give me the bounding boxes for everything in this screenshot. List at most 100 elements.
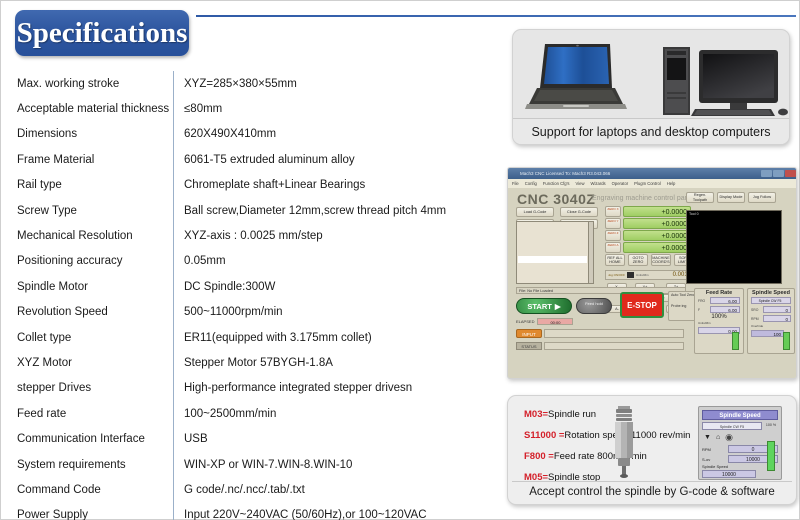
rpm-row[interactable]: RPM 0 bbox=[748, 314, 794, 323]
toolpath-label: Tool 0 bbox=[689, 212, 699, 216]
dial-icon[interactable]: ◉ bbox=[725, 432, 733, 443]
cnc-window-buttons[interactable] bbox=[761, 170, 796, 177]
units-min-label: Units/Min bbox=[698, 321, 711, 325]
gcode-current-line bbox=[518, 256, 587, 263]
f-row[interactable]: F 6.00 bbox=[695, 305, 743, 314]
gcode-command: F800 = bbox=[524, 451, 554, 462]
spec-label: Collet type bbox=[17, 331, 72, 344]
sro-value: 0 bbox=[763, 306, 791, 313]
laptop-icon bbox=[525, 44, 627, 109]
elapsed-time-group: ELAPSED 00:00 bbox=[516, 318, 574, 325]
input-field[interactable] bbox=[544, 329, 684, 338]
dro-value[interactable]: +0.0000 bbox=[623, 206, 691, 217]
spec-value: 0.05mm bbox=[184, 255, 226, 268]
spec-label: Power Supply bbox=[17, 509, 88, 520]
jog-increment-bar[interactable]: Jog ON/OFF Units/Min 0.0010 bbox=[605, 270, 694, 280]
cnc-menu-item[interactable]: Function Cfg's bbox=[543, 181, 570, 186]
page-title-label: Specifications bbox=[16, 16, 188, 49]
table-row: Mechanical Resolution XYZ-axis : 0.0025 m… bbox=[17, 223, 487, 249]
supported-computers-card: Support for laptops and desktop computer… bbox=[512, 29, 790, 145]
cnc-brand-label: CNC 3040Z bbox=[517, 191, 596, 207]
table-row: Power Supply Input 220V~240VAC (50/60Hz)… bbox=[17, 502, 487, 520]
jog-follow-button[interactable]: Jog Follow bbox=[748, 192, 776, 203]
minimize-icon[interactable] bbox=[761, 170, 772, 177]
start-cycle-button[interactable]: START ▶ bbox=[516, 298, 572, 314]
desktop-monitor-icon bbox=[699, 50, 778, 114]
home-icon[interactable]: ⌂ bbox=[716, 434, 720, 441]
cnc-menu-item[interactable]: View bbox=[576, 181, 585, 186]
spec-label: Screw Type bbox=[17, 204, 77, 217]
spec-value: Stepper Motor 57BYGH-1.8A bbox=[184, 356, 333, 369]
rpm-value: 0 bbox=[763, 315, 791, 322]
table-row: Revolution Speed 500~11000rpm/min bbox=[17, 299, 487, 325]
gcode-legend-line: M03=Spindle run bbox=[524, 409, 596, 420]
spec-label: Spindle Motor bbox=[17, 280, 88, 293]
zero-axis-button[interactable]: ZERO X bbox=[605, 206, 621, 217]
cnc-menu-item[interactable]: Operator bbox=[612, 181, 629, 186]
spec-label: System requirements bbox=[17, 458, 126, 471]
mdi-input-row[interactable]: INPUT bbox=[516, 329, 684, 338]
fro-value: 6.00 bbox=[710, 297, 740, 304]
gcode-listing[interactable] bbox=[516, 221, 594, 284]
dro-value[interactable]: +0.0000 bbox=[623, 230, 691, 241]
maximize-icon[interactable] bbox=[773, 170, 784, 177]
arrow-down-icon[interactable]: ▼ bbox=[704, 434, 711, 441]
cnc-control-panel-screenshot: Mach3 CNC Licensed To: Mach3 R3.043.066 … bbox=[507, 167, 797, 379]
cnc-menubar[interactable]: File Config Function Cfg's View Wizards Opera… bbox=[508, 179, 796, 188]
load-gcode-button[interactable]: Load G-Code bbox=[516, 207, 554, 217]
mini-toggle-row[interactable]: Spindle CW F5 100 % bbox=[702, 422, 778, 430]
gcode-scrollbar[interactable] bbox=[588, 222, 593, 283]
mini-speed-gauge bbox=[767, 441, 775, 471]
mini-spindle-toggle-button[interactable]: Spindle CW F5 bbox=[702, 422, 762, 430]
zero-axis-button[interactable]: ZERO Y bbox=[605, 218, 621, 229]
spec-value: XYZ-axis : 0.0025 mm/step bbox=[184, 230, 323, 243]
spindle-speed-panel: Spindle Speed Spindle CW F5 SRO 0 RPM 0 … bbox=[747, 288, 795, 354]
header-rule bbox=[196, 15, 796, 17]
spindle-toggle-button[interactable]: Spindle CW F5 bbox=[751, 297, 791, 304]
table-row: Spindle Motor DC Spindle:300W bbox=[17, 274, 487, 300]
table-row: Acceptable material thickness ≤80mm bbox=[17, 96, 487, 122]
status-row: STATUS bbox=[516, 342, 684, 350]
fro-row[interactable]: FRO 6.00 bbox=[695, 296, 743, 305]
toolpath-display[interactable]: Tool 0 bbox=[686, 210, 782, 284]
spec-label: Revolution Speed bbox=[17, 306, 108, 319]
mini-percent-label: 100 % bbox=[765, 423, 777, 428]
spindle-toggle-row[interactable]: Spindle CW F5 bbox=[748, 296, 794, 305]
display-mode-button[interactable]: Display Mode bbox=[717, 192, 745, 203]
spec-label: Dimensions bbox=[17, 128, 78, 141]
zero-axis-button[interactable]: ZERO A bbox=[605, 242, 621, 253]
gcode-legend-line: S11000 =Rotation speed 11000 rev/min bbox=[524, 430, 690, 441]
cnc-panel-body: CNC 3040Z Engraving machine control pane… bbox=[508, 188, 796, 378]
regen-toolpath-button[interactable]: Regen. Toolpath bbox=[686, 192, 714, 203]
spec-value: G code/.nc/.ncc/.tab/.txt bbox=[184, 483, 305, 496]
ref-all-home-button[interactable]: REF ALL HOME bbox=[605, 254, 625, 266]
dro-value[interactable]: +0.0000 bbox=[623, 218, 691, 229]
f-label: F bbox=[698, 307, 701, 312]
spec-value: 500~11000rpm/min bbox=[184, 306, 283, 319]
goto-zero-button[interactable]: GOTO ZERO bbox=[628, 254, 648, 266]
override-label: Overlride bbox=[751, 324, 764, 328]
dro-value[interactable]: +0.0000 bbox=[623, 242, 691, 253]
cnc-menu-item[interactable]: File bbox=[512, 181, 519, 186]
cnc-menu-item[interactable]: Config bbox=[525, 181, 537, 186]
jog-on-off-label: Jog ON/OFF bbox=[608, 273, 626, 277]
spec-label: Max. working stroke bbox=[17, 77, 120, 90]
dro-axis-row: ZERO X +0.0000 bbox=[605, 206, 691, 217]
cnc-menu-item[interactable]: Help bbox=[667, 181, 676, 186]
feed-hold-button[interactable]: Feed hold bbox=[576, 298, 612, 314]
machine-coords-button[interactable]: MACHINE COORD'S bbox=[651, 254, 671, 266]
close-gcode-button[interactable]: Close G-Code bbox=[560, 207, 598, 217]
gcode-command: S11000 = bbox=[524, 430, 565, 441]
cnc-menu-item[interactable]: Wizards bbox=[591, 181, 606, 186]
table-row: Dimensions 620X490X410mm bbox=[17, 121, 487, 148]
zero-axis-button[interactable]: ZERO Z bbox=[605, 230, 621, 241]
f-value: 6.00 bbox=[710, 306, 740, 313]
play-icon: ▶ bbox=[554, 301, 561, 311]
sro-row[interactable]: SRO 0 bbox=[748, 305, 794, 314]
estop-button[interactable]: E-STOP bbox=[620, 292, 664, 318]
cnc-menu-item[interactable]: PlugIn Control bbox=[634, 181, 661, 186]
jog-mode-icon[interactable] bbox=[627, 272, 635, 278]
feed-rate-title: Feed Rate bbox=[705, 290, 733, 296]
close-icon[interactable] bbox=[785, 170, 796, 177]
spec-value: 100~2500mm/min bbox=[184, 407, 277, 420]
